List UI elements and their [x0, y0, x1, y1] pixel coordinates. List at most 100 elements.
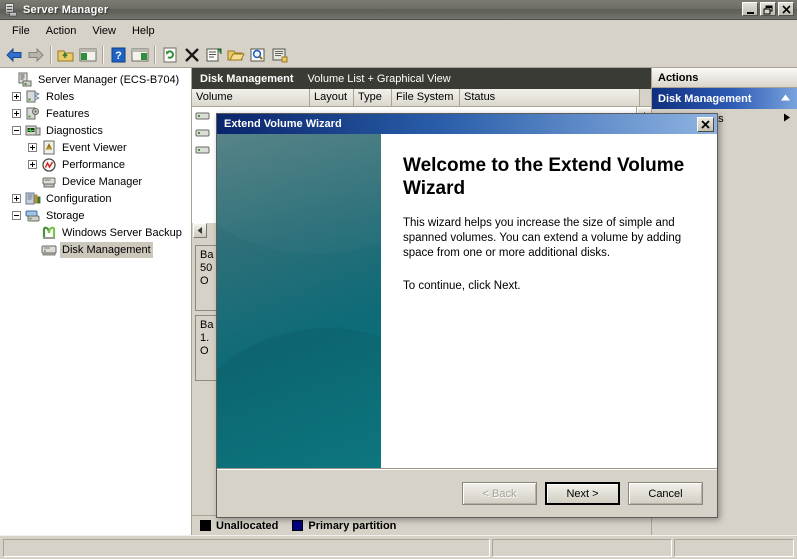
sidebar-item-event-viewer[interactable]: Event Viewer: [0, 139, 191, 156]
extend-volume-wizard-dialog: Extend Volume Wizard Welcome to the Exte…: [216, 113, 718, 518]
close-icon[interactable]: [697, 116, 714, 132]
partition-legend: Unallocated Primary partition: [192, 515, 651, 535]
column-header-type[interactable]: Type: [354, 89, 392, 106]
menu-bar: File Action View Help: [0, 20, 797, 42]
minimize-icon[interactable]: [742, 2, 758, 16]
features-icon: [25, 106, 41, 122]
wizard-description: This wizard helps you increase the size …: [403, 217, 682, 259]
event-viewer-icon: [41, 140, 57, 156]
tree-toggle: [28, 245, 37, 254]
column-header-file-system[interactable]: File System: [392, 89, 460, 106]
tree-toggle-roles[interactable]: [12, 92, 21, 101]
device-manager-icon: [41, 174, 57, 190]
sidebar-item-label: Configuration: [46, 192, 112, 205]
refresh-icon[interactable]: [159, 44, 181, 66]
show-hide-console-tree-icon[interactable]: [77, 44, 99, 66]
show-hide-action-pane-icon[interactable]: [129, 44, 151, 66]
wizard-title-bar: Extend Volume Wizard: [217, 114, 717, 134]
window-title: Server Manager: [23, 3, 109, 16]
legend-label: Unallocated: [216, 519, 279, 532]
actions-group-disk-management[interactable]: Disk Management: [652, 88, 797, 109]
menu-action[interactable]: Action: [38, 22, 85, 40]
tree-toggle-features[interactable]: [12, 109, 21, 118]
open-folder-icon[interactable]: [225, 44, 247, 66]
status-pane-main: [3, 538, 490, 557]
sidebar-item-server-manager[interactable]: Server Manager (ECS-B704): [0, 71, 191, 88]
window-controls: [742, 2, 794, 16]
wizard-footer: < Back Next > Cancel: [217, 469, 717, 517]
tree-toggle: [4, 75, 13, 84]
chevron-up-icon[interactable]: [780, 93, 791, 105]
close-icon[interactable]: [778, 2, 794, 16]
delete-icon[interactable]: [181, 44, 203, 66]
sidebar-item-label: Windows Server Backup: [62, 226, 182, 239]
sidebar-item-storage[interactable]: Storage: [0, 207, 191, 224]
legend-item-unallocated: Unallocated: [200, 520, 278, 532]
tree-toggle-performance[interactable]: [28, 160, 37, 169]
toolbar-separator: [102, 45, 104, 64]
unallocated-swatch: [200, 520, 211, 531]
volume-icon: [195, 108, 211, 124]
sidebar-item-diagnostics[interactable]: Diagnostics: [0, 122, 191, 139]
graphical-view-scroll-left[interactable]: [193, 223, 207, 239]
tree-toggle-configuration[interactable]: [12, 194, 21, 203]
menu-file[interactable]: File: [4, 22, 38, 40]
status-bar: [0, 535, 797, 559]
sidebar-item-features[interactable]: Features: [0, 105, 191, 122]
back-button[interactable]: < Back: [462, 482, 537, 505]
tree-toggle: [28, 228, 37, 237]
sidebar-item-label: Storage: [46, 209, 85, 222]
disk-management-header: Disk Management Volume List + Graphical …: [192, 68, 651, 89]
sidebar-item-performance[interactable]: Performance: [0, 156, 191, 173]
tree-toggle-diagnostics[interactable]: [12, 126, 21, 135]
up-folder-icon[interactable]: [55, 44, 77, 66]
roles-icon: [25, 89, 41, 105]
sidebar-item-roles[interactable]: Roles: [0, 88, 191, 105]
forward-arrow-icon[interactable]: [25, 44, 47, 66]
sidebar-item-windows-server-backup[interactable]: Windows Server Backup: [0, 224, 191, 241]
toolbar-separator: [154, 45, 156, 64]
page-subtitle: Volume List + Graphical View: [307, 72, 451, 85]
legend-item-primary-partition: Primary partition: [292, 520, 396, 532]
help-icon[interactable]: ?: [107, 44, 129, 66]
configuration-icon: [25, 191, 41, 207]
sidebar-item-label: Disk Management: [60, 241, 153, 258]
sidebar-item-label: Event Viewer: [62, 141, 127, 154]
tree-toggle: [28, 177, 37, 186]
tree-toggle-event-viewer[interactable]: [28, 143, 37, 152]
menu-help[interactable]: Help: [124, 22, 163, 40]
svg-text:?: ?: [115, 50, 122, 62]
server-manager-window: Server Manager File Action View Help ? S…: [0, 0, 797, 559]
legend-label: Primary partition: [308, 519, 397, 532]
sidebar-item-device-manager[interactable]: Device Manager: [0, 173, 191, 190]
wizard-heading: Welcome to the Extend Volume Wizard: [403, 155, 685, 199]
back-arrow-icon[interactable]: [3, 44, 25, 66]
menu-view[interactable]: View: [84, 22, 124, 40]
sidebar-item-configuration[interactable]: Configuration: [0, 190, 191, 207]
properties-icon[interactable]: [203, 44, 225, 66]
primary-partition-swatch: [292, 520, 304, 531]
sidebar-item-disk-management[interactable]: Disk Management: [0, 241, 191, 258]
tree-toggle-storage[interactable]: [12, 211, 21, 220]
restore-icon[interactable]: [760, 2, 776, 16]
sidebar-item-label: Features: [46, 107, 90, 120]
column-header-status[interactable]: Status: [460, 89, 640, 106]
performance-icon: [41, 157, 57, 173]
next-button[interactable]: Next >: [545, 482, 620, 505]
wizard-content: Welcome to the Extend Volume Wizard This…: [381, 134, 717, 468]
report-icon[interactable]: [269, 44, 291, 66]
sidebar-item-label: Diagnostics: [46, 124, 103, 137]
status-pane-tertiary: [674, 538, 794, 557]
column-header-layout[interactable]: Layout: [310, 89, 354, 106]
server-manager-icon: [17, 72, 33, 88]
search-icon[interactable]: [247, 44, 269, 66]
sidebar-item-label: Roles: [46, 90, 75, 103]
sidebar-item-label: Performance: [62, 158, 125, 171]
volume-icon: [195, 142, 211, 158]
column-header-volume[interactable]: Volume: [192, 89, 310, 106]
toolbar: ?: [0, 42, 797, 68]
sidebar-item-label: Server Manager (ECS-B704): [38, 73, 180, 86]
volume-list-column-headers: Volume Layout Type File System Status: [192, 89, 651, 107]
sidebar-item-label: Device Manager: [62, 175, 143, 188]
cancel-button[interactable]: Cancel: [628, 482, 703, 505]
